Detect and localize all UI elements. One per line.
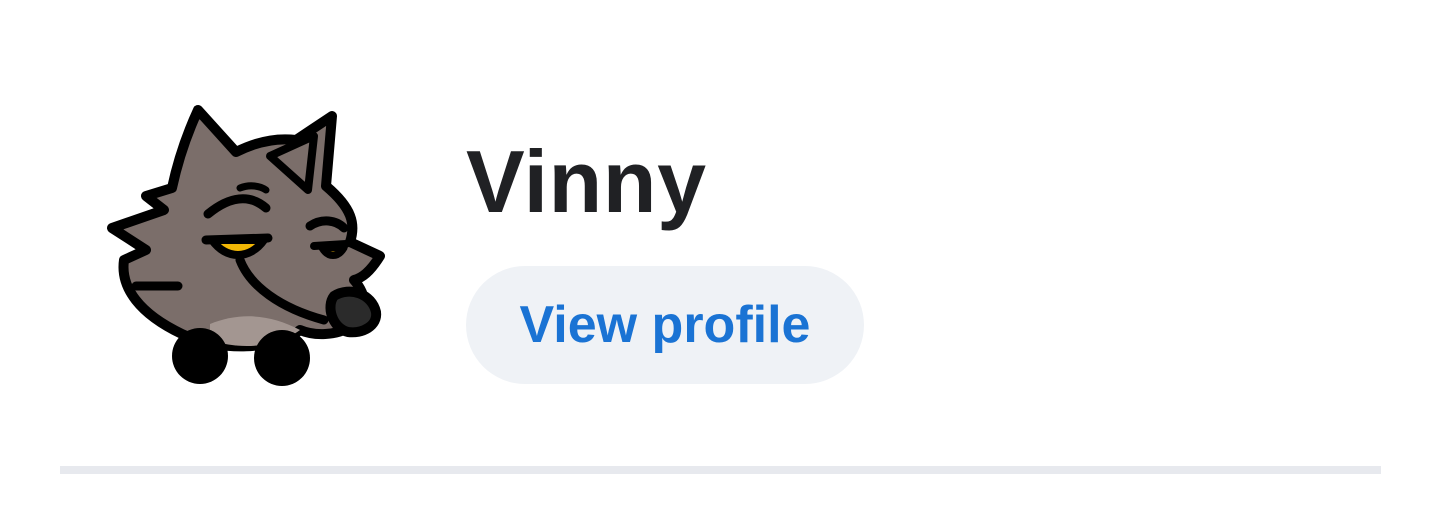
profile-username: Vinny	[466, 132, 707, 231]
view-profile-label: View profile	[519, 296, 811, 354]
view-profile-button[interactable]: View profile	[466, 266, 864, 384]
wolf-avatar-icon[interactable]	[100, 100, 390, 390]
profile-header: Vinny View profile	[0, 0, 1440, 526]
section-divider	[60, 466, 1381, 474]
